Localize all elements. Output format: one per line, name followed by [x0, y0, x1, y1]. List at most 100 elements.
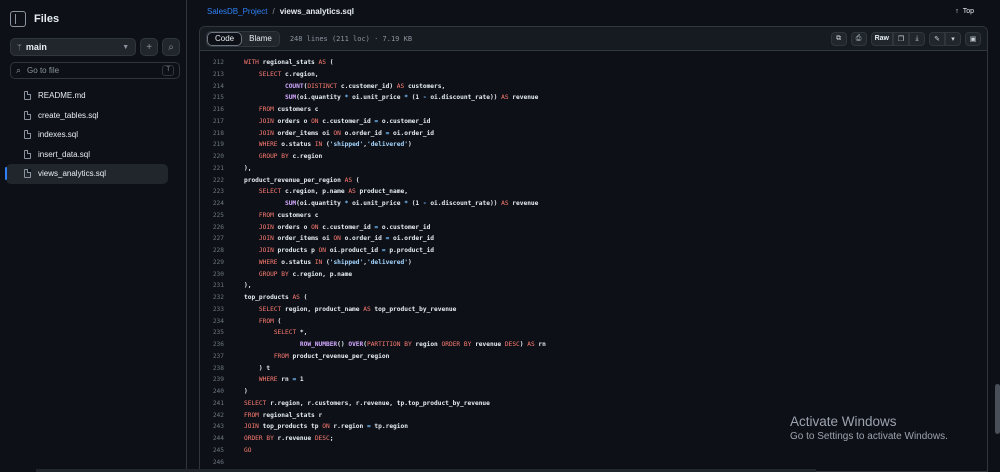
file-toolbar: Code Blame 248 lines (211 loc) · 7.19 KB… — [200, 27, 987, 51]
line-number[interactable]: 242 — [200, 410, 244, 422]
copy-raw-button[interactable]: ❐ — [893, 31, 909, 46]
branch-selector[interactable]: ᛘ main ▼ — [10, 38, 137, 56]
file-tree-item[interactable]: README.md — [6, 86, 168, 106]
file-tree-item[interactable]: insert_data.sql — [6, 145, 168, 165]
watermark-title: Activate Windows — [790, 414, 897, 429]
search-icon: ⌕ — [168, 41, 174, 53]
tab-blame[interactable]: Blame — [242, 31, 279, 46]
line-number[interactable]: 224 — [200, 198, 244, 210]
line-number[interactable]: 232 — [200, 292, 244, 304]
line-number[interactable]: 221 — [200, 163, 244, 175]
line-number[interactable]: 246 — [200, 457, 244, 469]
raw-button[interactable]: Raw — [870, 31, 893, 46]
edit-button[interactable]: ✎ — [929, 31, 945, 46]
line-number[interactable]: 237 — [200, 351, 244, 363]
code-text: JOIN orders o ON c.customer_id = o.custo… — [258, 223, 431, 231]
file-tree-item[interactable]: create_tables.sql — [6, 106, 168, 126]
code-text: FROM customers c — [258, 106, 319, 113]
print-button[interactable]: ⎙ — [850, 31, 867, 46]
code-line: 228 JOIN products p ON oi.product_id = p… — [200, 245, 989, 257]
file-icon — [24, 130, 31, 140]
download-button[interactable]: ⤓ — [909, 31, 925, 46]
line-number[interactable]: 225 — [200, 210, 244, 222]
breadcrumb: SalesDB_Project / views_analytics.sql — [207, 7, 354, 16]
code-text: JOIN products p ON oi.product_id = p.pro… — [258, 247, 435, 254]
line-number[interactable]: 215 — [200, 92, 244, 104]
collapse-sidebar-icon[interactable] — [10, 11, 26, 27]
file-tree-item[interactable]: indexes.sql — [6, 125, 168, 145]
open-preview-button[interactable]: ⧉ — [830, 31, 847, 46]
code-line: 246 — [200, 457, 989, 469]
code-text: top_products AS ( — [244, 294, 308, 301]
line-number[interactable]: 219 — [200, 139, 244, 151]
code-line: 212 WITH regional_stats AS ( — [200, 57, 989, 69]
line-number[interactable]: 220 — [200, 151, 244, 163]
line-number[interactable]: 233 — [200, 304, 244, 316]
symbols-panel-button[interactable]: ▣ — [965, 31, 981, 46]
line-number[interactable]: 214 — [200, 81, 244, 93]
line-number[interactable]: 212 — [200, 57, 244, 69]
code-line: 241 SELECT r.region, r.customers, r.reven… — [200, 398, 989, 410]
line-number[interactable]: 239 — [200, 374, 244, 386]
line-number[interactable]: 222 — [200, 175, 244, 187]
line-number[interactable]: 234 — [200, 316, 244, 328]
line-number[interactable]: 243 — [200, 421, 244, 433]
line-number[interactable]: 244 — [200, 433, 244, 445]
breadcrumb-repo-link[interactable]: SalesDB_Project — [207, 7, 267, 16]
tab-code[interactable]: Code — [207, 31, 243, 46]
line-number[interactable]: 217 — [200, 116, 244, 128]
go-to-file-field[interactable]: ⌕ T — [10, 62, 180, 79]
edit-options-button[interactable]: ▾ — [945, 31, 961, 46]
go-to-file-input[interactable] — [27, 66, 148, 75]
line-number[interactable]: 226 — [200, 222, 244, 234]
code-line: 237 FROM product_revenue_per_region — [200, 351, 989, 363]
line-number[interactable]: 216 — [200, 104, 244, 116]
file-tree-item-label: indexes.sql — [38, 130, 79, 140]
code-line: 232 top_products AS ( — [200, 292, 989, 304]
line-number[interactable]: 230 — [200, 269, 244, 281]
code-line: 220 GROUP BY c.region — [200, 151, 989, 163]
chevron-down-icon: ▾ — [951, 35, 955, 43]
vertical-scrollbar[interactable] — [995, 384, 1000, 434]
top-button[interactable]: ↑ Top — [955, 8, 974, 15]
line-number[interactable]: 241 — [200, 398, 244, 410]
line-number[interactable]: 213 — [200, 69, 244, 81]
file-viewer: Code Blame 248 lines (211 loc) · 7.19 KB… — [199, 26, 988, 472]
search-code-button[interactable]: ⌕ — [162, 38, 180, 56]
line-number[interactable]: 228 — [200, 245, 244, 257]
code-text: GROUP BY c.region, p.name — [258, 270, 353, 278]
line-number[interactable]: 229 — [200, 257, 244, 269]
line-number[interactable]: 236 — [200, 339, 244, 351]
line-number[interactable]: 231 — [200, 280, 244, 292]
code-text: FROM ( — [258, 317, 282, 325]
code-text: FROM regional_stats r — [244, 411, 323, 419]
code-line: 226 JOIN orders o ON c.customer_id = o.c… — [200, 222, 989, 234]
code-line: 235 SELECT *, — [200, 327, 989, 339]
view-mode-tabs: Code Blame — [206, 30, 280, 47]
edit-group: ✎ ▾ — [929, 31, 961, 46]
add-file-button[interactable]: + — [140, 38, 159, 56]
code-text: ORDER BY r.revenue DESC; — [244, 435, 334, 442]
line-number[interactable]: 245 — [200, 445, 244, 457]
code-text: FROM customers c — [258, 211, 319, 219]
arrow-up-icon: ↑ — [955, 8, 959, 15]
code-text: SELECT c.region, p.name AS product_name, — [258, 188, 408, 196]
line-number[interactable]: 223 — [200, 186, 244, 198]
file-tree-item[interactable]: views_analytics.sql — [5, 164, 168, 184]
line-number[interactable]: 238 — [200, 363, 244, 375]
code-line: 245 GO — [200, 445, 989, 457]
line-number[interactable]: 235 — [200, 327, 244, 339]
code-line: 216 FROM customers c — [200, 104, 989, 116]
code-line: 240) — [200, 386, 989, 398]
line-number[interactable]: 240 — [200, 386, 244, 398]
file-icon — [24, 169, 31, 179]
code-line: 213 SELECT c.region, — [200, 69, 989, 81]
copy-icon: ❐ — [897, 35, 905, 43]
line-number[interactable]: 227 — [200, 233, 244, 245]
line-number[interactable]: 218 — [200, 128, 244, 140]
code-text: WITH regional_stats AS ( — [244, 59, 334, 66]
chevron-down-icon: ▼ — [122, 43, 130, 51]
code-text: JOIN order_items oi ON o.order_id = oi.o… — [258, 129, 435, 137]
file-stats: 248 lines (211 loc) · 7.19 KB — [289, 34, 413, 43]
watermark-subtitle: Go to Settings to activate Windows. — [790, 431, 948, 442]
